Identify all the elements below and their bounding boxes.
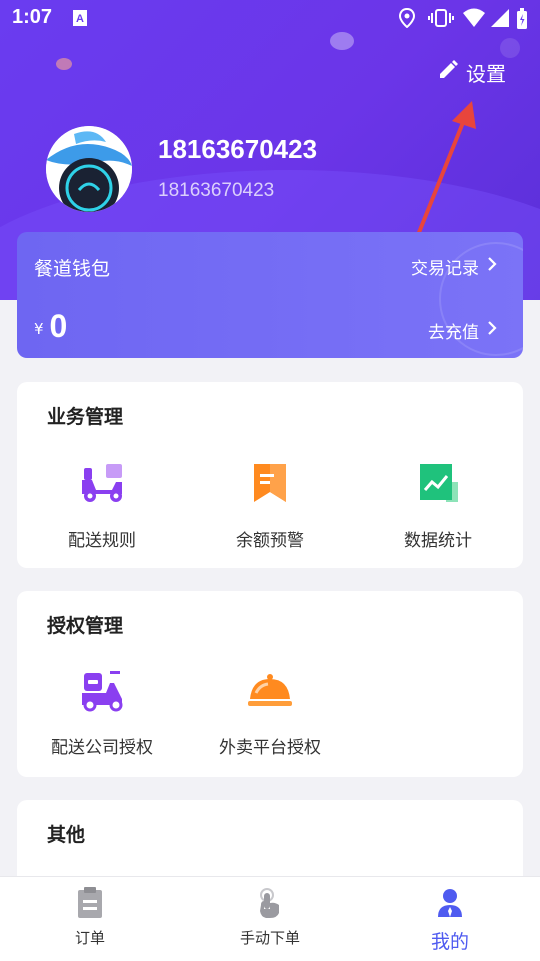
balance-value: 0 [49, 308, 68, 344]
pencil-icon [438, 60, 458, 85]
currency-symbol: ¥ [34, 320, 44, 338]
tab-manual-order[interactable]: 手动下单 [180, 887, 360, 948]
decor-bubble [56, 58, 72, 70]
item-label: 配送公司授权 [51, 738, 153, 758]
annotation-arrow [416, 101, 476, 237]
vibrate-icon [428, 8, 454, 33]
avatar-image [46, 126, 132, 212]
bottom-tab-bar: 订单 手动下单 我的 [0, 876, 540, 961]
tab-mine[interactable]: 我的 [360, 887, 540, 954]
delivery-rules-item[interactable]: 配送规则 [17, 460, 187, 551]
status-time: 1:07 [12, 6, 53, 28]
status-bar: 1:07 A [0, 0, 540, 36]
section-title: 业务管理 [47, 406, 124, 428]
transaction-records-link[interactable]: 交易记录 [411, 254, 497, 279]
data-statistics-item[interactable]: 数据统计 [353, 460, 523, 551]
section-title: 授权管理 [47, 615, 124, 637]
section-title: 其他 [47, 824, 86, 846]
decor-bubble [500, 38, 520, 58]
accessibility-icon: A [72, 8, 88, 32]
takeaway-platform-auth-item[interactable]: 外卖平台授权 [185, 667, 355, 758]
settings-label: 设置 [466, 62, 506, 86]
person-icon [360, 887, 540, 923]
scooter-icon [78, 460, 126, 508]
wallet-title: 餐道钱包 [34, 258, 111, 280]
hand-pointer-icon [180, 887, 360, 923]
item-label: 外卖平台授权 [219, 738, 321, 758]
chart-icon [414, 460, 462, 508]
wallet-card: 餐道钱包 交易记录 ¥ 0 去充值 [17, 232, 523, 358]
wifi-icon [462, 8, 486, 33]
signal-icon [490, 8, 510, 33]
recharge-label: 去充值 [428, 323, 479, 343]
item-label: 余额预警 [236, 531, 304, 551]
balance-alert-item[interactable]: 余额预警 [185, 460, 355, 551]
item-label: 配送规则 [68, 531, 136, 551]
recharge-link[interactable]: 去充值 [428, 318, 497, 343]
bookmark-icon [246, 460, 294, 508]
settings-button[interactable]: 设置 [438, 58, 506, 87]
item-label: 数据统计 [404, 531, 472, 551]
clipboard-icon [0, 887, 180, 923]
delivery-scooter-icon [78, 667, 126, 715]
chevron-right-icon [487, 256, 497, 277]
location-icon [398, 7, 416, 33]
tab-label: 订单 [74, 929, 105, 947]
battery-icon [516, 8, 528, 35]
cloche-icon [246, 667, 294, 715]
delivery-company-auth-item[interactable]: 配送公司授权 [17, 667, 187, 758]
business-management-card: 业务管理 配送规则 余额预警 数据统计 [17, 382, 523, 568]
tab-label: 手动下单 [239, 929, 300, 947]
avatar[interactable] [46, 126, 132, 212]
authorization-management-card: 授权管理 配送公司授权 外卖平台授权 [17, 591, 523, 777]
tab-orders[interactable]: 订单 [0, 887, 180, 948]
svg-text:A: A [76, 13, 84, 25]
records-label: 交易记录 [411, 259, 479, 279]
wallet-balance: ¥ 0 [34, 310, 67, 342]
username: 18163670423 [158, 134, 318, 164]
chevron-right-icon [487, 320, 497, 341]
tab-label: 我的 [430, 931, 469, 953]
phone-number: 18163670423 [158, 180, 275, 201]
